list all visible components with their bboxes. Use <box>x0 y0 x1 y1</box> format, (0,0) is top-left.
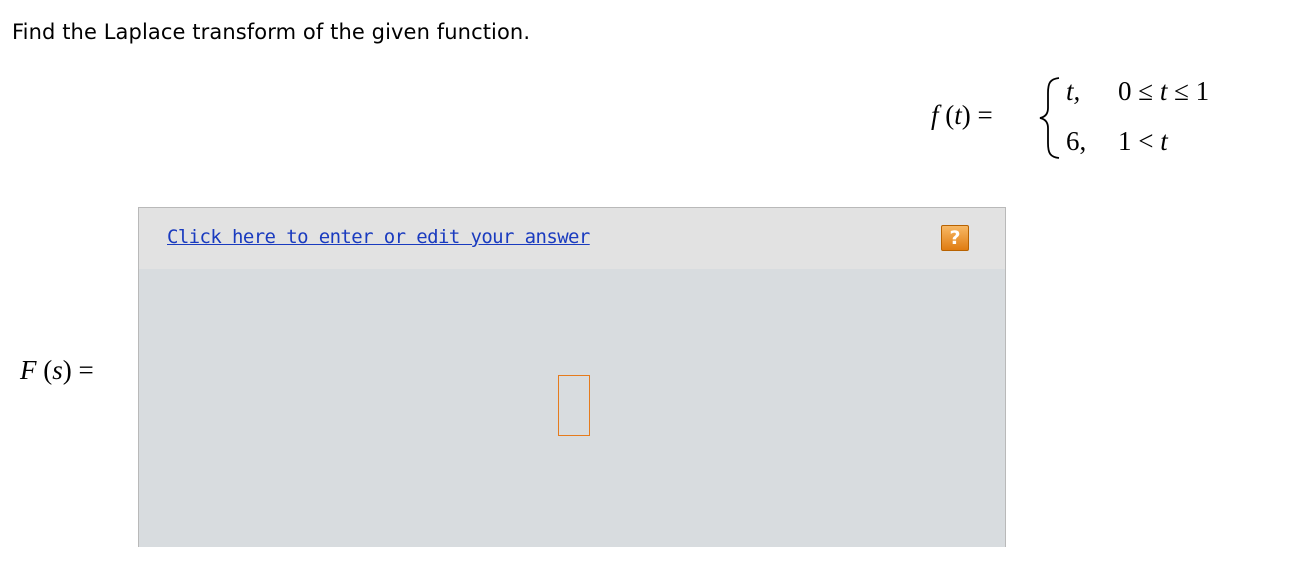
answer-function-name: F <box>20 355 37 385</box>
case-1-condition: 0 ≤ t ≤ 1 <box>1118 76 1210 106</box>
answer-widget: Click here to enter or edit your answer … <box>138 207 1006 547</box>
function-lhs-arg: (t) = <box>938 100 993 130</box>
edit-answer-link[interactable]: Click here to enter or edit your answer <box>167 226 590 248</box>
answer-widget-header: Click here to enter or edit your answer … <box>138 207 1006 270</box>
piecewise-brace <box>1037 75 1063 165</box>
left-brace-icon <box>1039 77 1060 159</box>
answer-input-area[interactable] <box>138 269 1006 547</box>
case-2-condition: 1 < t <box>1118 126 1168 156</box>
function-name: f <box>931 100 939 130</box>
case-2-value: 6, <box>1066 126 1087 156</box>
function-lhs: f (t) = <box>931 100 993 131</box>
case-1-value: t, <box>1066 76 1081 106</box>
help-icon[interactable]: ? <box>941 225 969 251</box>
answer-lhs: F (s) = <box>20 355 94 385</box>
answer-input-slot[interactable] <box>558 375 590 436</box>
question-prompt: Find the Laplace transform of the given … <box>12 20 531 44</box>
